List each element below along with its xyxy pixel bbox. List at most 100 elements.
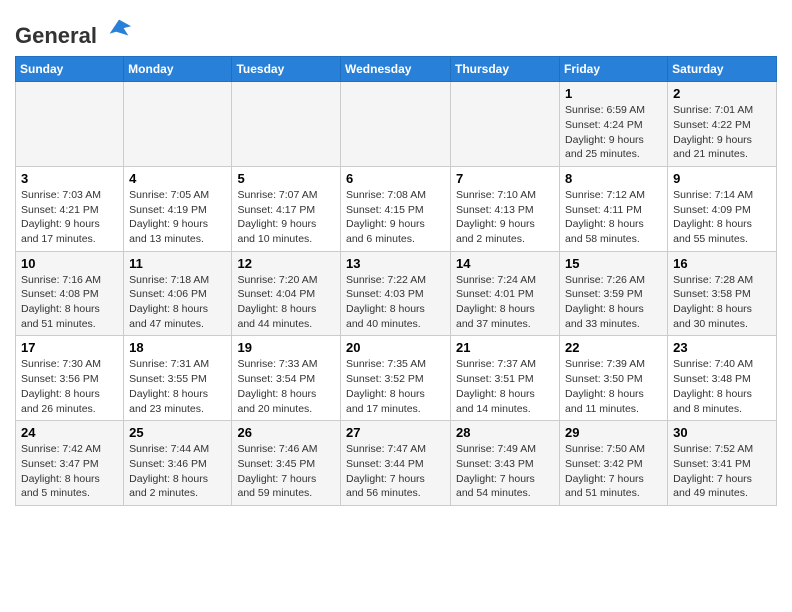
weekday-header-monday: Monday [124,57,232,82]
day-number: 1 [565,86,662,101]
calendar-cell: 13 Sunrise: 7:22 AM Sunset: 4:03 PM Dayli… [341,251,451,336]
calendar-cell: 2 Sunrise: 7:01 AM Sunset: 4:22 PM Daylig… [668,82,777,167]
day-number: 2 [673,86,771,101]
calendar-cell: 1 Sunrise: 6:59 AM Sunset: 4:24 PM Daylig… [560,82,668,167]
calendar-cell: 30 Sunrise: 7:52 AM Sunset: 3:41 PM Dayli… [668,421,777,506]
calendar-cell [451,82,560,167]
calendar-cell: 15 Sunrise: 7:26 AM Sunset: 3:59 PM Dayli… [560,251,668,336]
day-number: 15 [565,256,662,271]
day-number: 10 [21,256,118,271]
day-info: Sunrise: 7:37 AM Sunset: 3:51 PM Dayligh… [456,357,554,416]
day-info: Sunrise: 7:05 AM Sunset: 4:19 PM Dayligh… [129,188,226,247]
day-number: 29 [565,425,662,440]
day-number: 9 [673,171,771,186]
day-info: Sunrise: 7:35 AM Sunset: 3:52 PM Dayligh… [346,357,445,416]
day-number: 12 [237,256,335,271]
week-row-5: 24 Sunrise: 7:42 AM Sunset: 3:47 PM Dayli… [16,421,777,506]
day-info: Sunrise: 7:42 AM Sunset: 3:47 PM Dayligh… [21,442,118,501]
calendar-cell: 25Sunrise: 7:44 AM Sunset: 3:46 PM Dayli… [124,421,232,506]
weekday-header-row: SundayMondayTuesdayWednesdayThursdayFrid… [16,57,777,82]
calendar-cell: 5 Sunrise: 7:07 AM Sunset: 4:17 PM Daylig… [232,166,341,251]
calendar-cell: 7 Sunrise: 7:10 AM Sunset: 4:13 PM Daylig… [451,166,560,251]
day-number: 25 [129,425,226,440]
calendar-cell: 18Sunrise: 7:31 AM Sunset: 3:55 PM Dayli… [124,336,232,421]
calendar-cell: 4 Sunrise: 7:05 AM Sunset: 4:19 PM Daylig… [124,166,232,251]
calendar-cell: 22 Sunrise: 7:39 AM Sunset: 3:50 PM Dayli… [560,336,668,421]
day-info: Sunrise: 7:10 AM Sunset: 4:13 PM Dayligh… [456,188,554,247]
calendar-cell: 3Sunrise: 7:03 AM Sunset: 4:21 PM Daylig… [16,166,124,251]
day-info: Sunrise: 6:59 AM Sunset: 4:24 PM Dayligh… [565,103,662,162]
day-number: 8 [565,171,662,186]
day-info: Sunrise: 7:49 AM Sunset: 3:43 PM Dayligh… [456,442,554,501]
day-info: Sunrise: 7:40 AM Sunset: 3:48 PM Dayligh… [673,357,771,416]
day-number: 7 [456,171,554,186]
day-info: Sunrise: 7:26 AM Sunset: 3:59 PM Dayligh… [565,273,662,332]
calendar-cell: 26Sunrise: 7:46 AM Sunset: 3:45 PM Dayli… [232,421,341,506]
calendar-cell [341,82,451,167]
day-number: 21 [456,340,554,355]
week-row-2: 3Sunrise: 7:03 AM Sunset: 4:21 PM Daylig… [16,166,777,251]
week-row-1: 1 Sunrise: 6:59 AM Sunset: 4:24 PM Daylig… [16,82,777,167]
calendar-cell: 23 Sunrise: 7:40 AM Sunset: 3:48 PM Dayli… [668,336,777,421]
calendar-cell [124,82,232,167]
week-row-4: 17 Sunrise: 7:30 AM Sunset: 3:56 PM Dayli… [16,336,777,421]
day-number: 4 [129,171,226,186]
day-number: 11 [129,256,226,271]
calendar-cell: 12 Sunrise: 7:20 AM Sunset: 4:04 PM Dayli… [232,251,341,336]
calendar-cell [16,82,124,167]
day-number: 13 [346,256,445,271]
day-number: 28 [456,425,554,440]
day-info: Sunrise: 7:31 AM Sunset: 3:55 PM Dayligh… [129,357,226,416]
day-info: Sunrise: 7:52 AM Sunset: 3:41 PM Dayligh… [673,442,771,501]
calendar-cell: 17 Sunrise: 7:30 AM Sunset: 3:56 PM Dayli… [16,336,124,421]
day-info: Sunrise: 7:47 AM Sunset: 3:44 PM Dayligh… [346,442,445,501]
calendar-cell: 21 Sunrise: 7:37 AM Sunset: 3:51 PM Dayli… [451,336,560,421]
day-info: Sunrise: 7:08 AM Sunset: 4:15 PM Dayligh… [346,188,445,247]
calendar-cell: 29Sunrise: 7:50 AM Sunset: 3:42 PM Dayli… [560,421,668,506]
calendar-cell: 10 Sunrise: 7:16 AM Sunset: 4:08 PM Dayli… [16,251,124,336]
day-number: 24 [21,425,118,440]
weekday-header-friday: Friday [560,57,668,82]
day-number: 5 [237,171,335,186]
calendar-cell: 8 Sunrise: 7:12 AM Sunset: 4:11 PM Daylig… [560,166,668,251]
day-number: 30 [673,425,771,440]
day-info: Sunrise: 7:22 AM Sunset: 4:03 PM Dayligh… [346,273,445,332]
logo: General [15,15,133,48]
header: General [15,10,777,48]
day-info: Sunrise: 7:01 AM Sunset: 4:22 PM Dayligh… [673,103,771,162]
calendar-cell [232,82,341,167]
day-number: 17 [21,340,118,355]
weekday-header-thursday: Thursday [451,57,560,82]
logo-text: General [15,15,133,48]
day-info: Sunrise: 7:12 AM Sunset: 4:11 PM Dayligh… [565,188,662,247]
weekday-header-saturday: Saturday [668,57,777,82]
day-number: 3 [21,171,118,186]
day-info: Sunrise: 7:07 AM Sunset: 4:17 PM Dayligh… [237,188,335,247]
day-number: 23 [673,340,771,355]
calendar: SundayMondayTuesdayWednesdayThursdayFrid… [15,56,777,506]
day-number: 14 [456,256,554,271]
day-number: 22 [565,340,662,355]
day-info: Sunrise: 7:39 AM Sunset: 3:50 PM Dayligh… [565,357,662,416]
logo-general: General [15,23,97,48]
week-row-3: 10 Sunrise: 7:16 AM Sunset: 4:08 PM Dayli… [16,251,777,336]
logo-bird-icon [105,15,133,43]
calendar-cell: 27Sunrise: 7:47 AM Sunset: 3:44 PM Dayli… [341,421,451,506]
calendar-cell: 19 Sunrise: 7:33 AM Sunset: 3:54 PM Dayli… [232,336,341,421]
day-number: 26 [237,425,335,440]
day-number: 19 [237,340,335,355]
day-number: 16 [673,256,771,271]
day-number: 6 [346,171,445,186]
calendar-cell: 24 Sunrise: 7:42 AM Sunset: 3:47 PM Dayli… [16,421,124,506]
calendar-cell: 16Sunrise: 7:28 AM Sunset: 3:58 PM Dayli… [668,251,777,336]
day-info: Sunrise: 7:18 AM Sunset: 4:06 PM Dayligh… [129,273,226,332]
day-info: Sunrise: 7:30 AM Sunset: 3:56 PM Dayligh… [21,357,118,416]
day-number: 20 [346,340,445,355]
calendar-cell: 11 Sunrise: 7:18 AM Sunset: 4:06 PM Dayli… [124,251,232,336]
weekday-header-sunday: Sunday [16,57,124,82]
day-info: Sunrise: 7:33 AM Sunset: 3:54 PM Dayligh… [237,357,335,416]
day-info: Sunrise: 7:20 AM Sunset: 4:04 PM Dayligh… [237,273,335,332]
calendar-cell: 9Sunrise: 7:14 AM Sunset: 4:09 PM Daylig… [668,166,777,251]
weekday-header-tuesday: Tuesday [232,57,341,82]
day-info: Sunrise: 7:16 AM Sunset: 4:08 PM Dayligh… [21,273,118,332]
